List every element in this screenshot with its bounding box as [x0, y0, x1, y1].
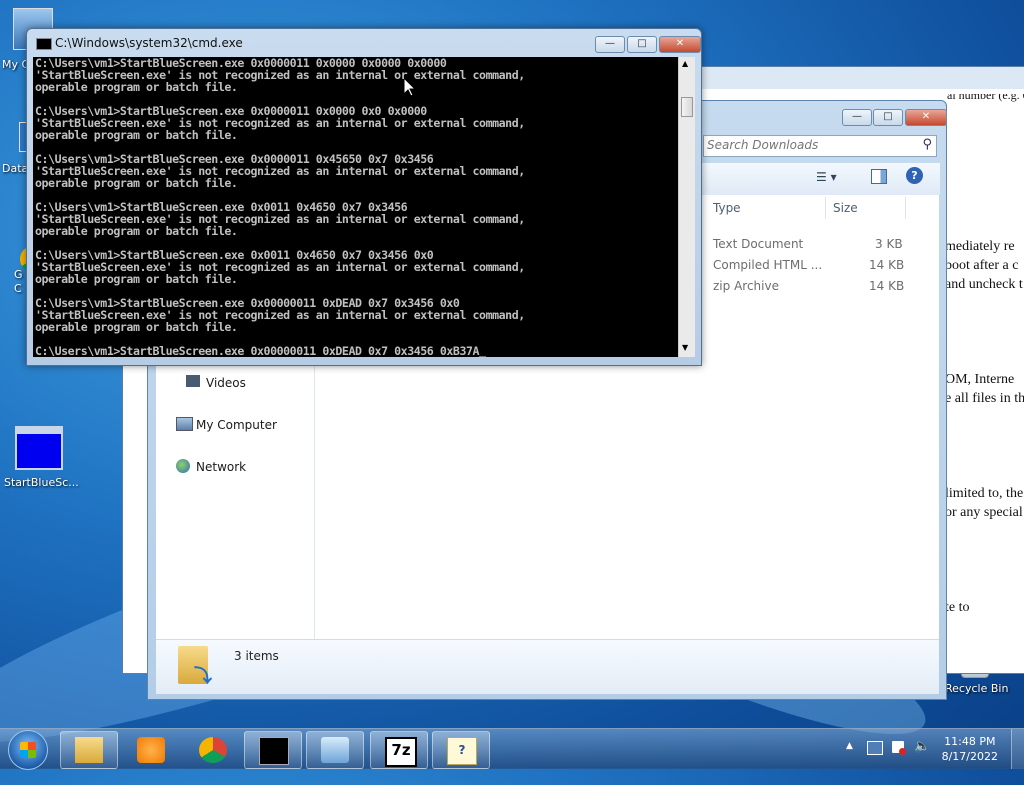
- taskbar-cmd-button[interactable]: [244, 731, 302, 769]
- cmd-app-icon: [36, 38, 52, 50]
- console-text: C:\Users\vm1>StartBlueScreen.exe 0x00000…: [35, 57, 525, 357]
- status-bar: ⤵ 3 items: [156, 639, 939, 694]
- nav-item-network[interactable]: Network: [196, 460, 246, 474]
- vertical-scrollbar[interactable]: ▲ ▼: [678, 57, 695, 357]
- scroll-down-arrow-icon[interactable]: ▼: [682, 343, 688, 352]
- scroll-thumb[interactable]: [681, 97, 693, 117]
- document-line: OM, Interne: [945, 372, 1015, 387]
- taskbar: 7z ? ▲ 🔈 11:48 PM 8/17/2022: [0, 728, 1024, 770]
- desktop-icon-label: Data: [2, 162, 29, 175]
- volume-icon[interactable]: 🔈: [914, 739, 930, 754]
- clock-time: 11:48 PM: [944, 735, 996, 748]
- mouse-pointer-icon: [404, 78, 416, 97]
- file-type[interactable]: zip Archive: [713, 279, 779, 293]
- taskbar-chrome-button[interactable]: [184, 731, 242, 769]
- preview-pane-icon[interactable]: [871, 169, 887, 184]
- network-tray-icon[interactable]: [867, 741, 883, 755]
- document-line: mediately re: [945, 239, 1015, 254]
- show-desktop-button[interactable]: [1011, 729, 1024, 769]
- document-line: boot after a c: [945, 258, 1019, 273]
- desktop-icon-label: StartBlueSc...: [4, 476, 79, 489]
- column-divider: [905, 197, 906, 219]
- scroll-up-arrow-icon[interactable]: ▲: [682, 59, 688, 68]
- column-header-size[interactable]: Size: [833, 201, 858, 215]
- console-output[interactable]: C:\Users\vm1>StartBlueScreen.exe 0x00000…: [33, 57, 678, 357]
- clock-date: 8/17/2022: [941, 750, 998, 763]
- file-size: 3 KB: [875, 237, 903, 251]
- cmd-icon: [259, 737, 289, 765]
- system-clock[interactable]: 11:48 PM 8/17/2022: [942, 734, 998, 764]
- search-icon[interactable]: ⚲: [922, 137, 932, 152]
- document-line: te to: [945, 600, 970, 615]
- minimize-button[interactable]: —: [842, 109, 872, 126]
- desktop-icon-label: G: [14, 268, 23, 281]
- document-line: and uncheck t: [945, 277, 1023, 292]
- file-type[interactable]: Text Document: [713, 237, 803, 251]
- control-panel-icon: [321, 737, 349, 763]
- desktop-icon-startbluescreen[interactable]: StartBlueSc...: [2, 426, 79, 489]
- help-icon[interactable]: ?: [906, 167, 923, 184]
- 7zip-icon: 7z: [385, 737, 417, 767]
- media-player-icon: [137, 737, 165, 763]
- desktop-icon-label: Recycle Bin: [945, 682, 1009, 695]
- minimize-button[interactable]: —: [595, 36, 625, 53]
- application-window-icon: [15, 426, 63, 470]
- cmd-window[interactable]: C:\Windows\system32\cmd.exe — □ ✕ C:\Use…: [26, 28, 702, 366]
- show-hidden-icons-icon[interactable]: ▲: [846, 741, 853, 751]
- document-line: or any special: [945, 505, 1023, 520]
- search-box[interactable]: ⚲: [703, 135, 937, 157]
- taskbar-explorer-button[interactable]: [60, 731, 118, 769]
- file-type[interactable]: Compiled HTML ...: [713, 258, 822, 272]
- nav-item-videos[interactable]: Videos: [206, 376, 246, 390]
- item-count: 3 items: [234, 649, 279, 663]
- chrome-icon: [199, 737, 227, 763]
- maximize-button[interactable]: □: [627, 36, 657, 53]
- column-divider: [825, 197, 826, 219]
- start-button[interactable]: [8, 730, 48, 770]
- action-center-icon[interactable]: [892, 741, 906, 755]
- computer-icon: [176, 417, 193, 431]
- taskbar-media-player-button[interactable]: [122, 731, 180, 769]
- nav-item-my-computer[interactable]: My Computer: [196, 418, 277, 432]
- taskbar-help-button[interactable]: ?: [432, 731, 490, 769]
- desktop-icon-label: C: [14, 282, 22, 295]
- window-title: C:\Windows\system32\cmd.exe: [55, 36, 243, 50]
- maximize-button[interactable]: □: [873, 109, 903, 126]
- taskbar-7zip-button[interactable]: 7z: [370, 731, 428, 769]
- taskbar-control-panel-button[interactable]: [306, 731, 364, 769]
- windows-logo-icon: [20, 742, 36, 758]
- document-line: e all files in th: [945, 391, 1024, 406]
- close-button[interactable]: ✕: [659, 36, 701, 53]
- folder-icon: [75, 737, 103, 763]
- help-document-icon: ?: [447, 737, 477, 765]
- file-size: 14 KB: [869, 279, 905, 293]
- videos-icon: [186, 375, 200, 387]
- column-header-type[interactable]: Type: [713, 201, 741, 215]
- search-input[interactable]: [704, 136, 907, 154]
- file-size: 14 KB: [869, 258, 905, 272]
- document-line: limited to, the: [945, 486, 1024, 501]
- network-icon: [176, 459, 190, 473]
- download-arrow-icon: ⤵: [194, 666, 212, 687]
- close-button[interactable]: ✕: [905, 109, 947, 126]
- view-options-icon[interactable]: ☰ ▾: [816, 170, 837, 184]
